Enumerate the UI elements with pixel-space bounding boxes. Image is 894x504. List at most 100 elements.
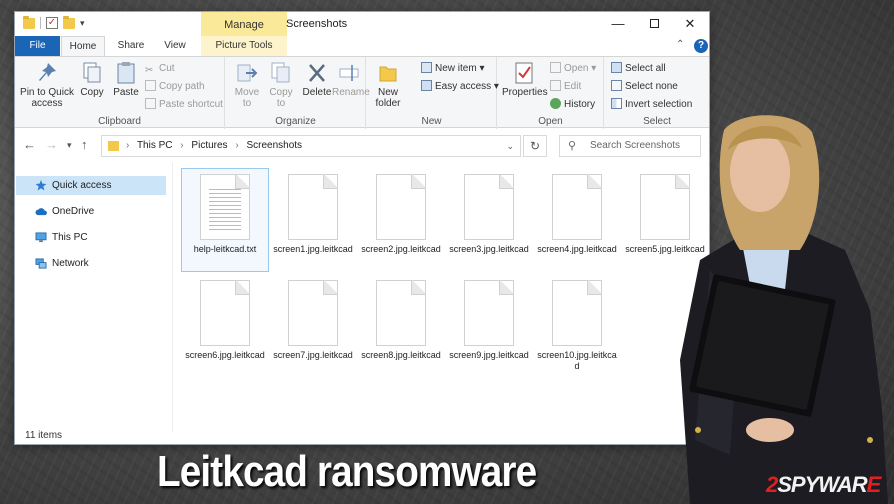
file-item-ransom-note[interactable]: help-leitkcad.txt xyxy=(181,168,269,272)
invert-selection-label: Invert selection xyxy=(625,99,693,110)
delete-button[interactable]: Delete xyxy=(302,61,332,98)
copy-path-icon xyxy=(145,80,156,91)
close-button[interactable]: ✕ xyxy=(673,12,707,36)
move-to-icon xyxy=(237,64,258,82)
folder-icon[interactable] xyxy=(23,15,35,29)
easy-access-button[interactable]: Easy access ▾ xyxy=(421,79,499,95)
breadcrumb-screenshots[interactable]: Screenshots xyxy=(246,140,302,151)
pane-divider xyxy=(172,162,173,432)
minimize-button[interactable]: — xyxy=(601,12,635,36)
back-arrow-icon[interactable]: ← xyxy=(23,137,36,152)
organize-group-label: Organize xyxy=(275,116,316,127)
select-none-button[interactable]: Select none xyxy=(611,79,678,95)
select-all-button[interactable]: Select all xyxy=(611,61,666,77)
tab-picture-tools[interactable]: Picture Tools xyxy=(201,36,287,56)
search-icon: ⚲ xyxy=(568,140,577,152)
address-dropdown-icon[interactable]: ⌄ xyxy=(506,136,514,156)
tab-manage[interactable]: Manage xyxy=(201,12,287,36)
collapse-ribbon-icon[interactable]: ⌃ xyxy=(676,39,684,50)
sidebar-item-label: Network xyxy=(52,258,89,269)
file-item[interactable]: screen4.jpg.leitkcad xyxy=(533,168,621,272)
file-name: help-leitkcad.txt xyxy=(193,244,257,254)
tab-file[interactable]: File xyxy=(15,36,60,56)
paste-icon xyxy=(117,62,135,84)
history-button[interactable]: History xyxy=(550,97,595,113)
file-item[interactable]: screen1.jpg.leitkcad xyxy=(269,168,357,272)
recent-locations-chevron-icon[interactable]: ▾ xyxy=(67,140,72,151)
history-label: History xyxy=(564,99,596,110)
title-bar: ✓ ▾ Manage Screenshots — ✕ xyxy=(15,12,709,36)
window-title: Screenshots xyxy=(286,18,348,30)
star-icon xyxy=(35,180,47,191)
select-all-icon xyxy=(611,62,622,73)
properties-label: Properties xyxy=(502,87,548,98)
copy-label: Copy xyxy=(80,87,104,98)
cut-label: Cut xyxy=(159,63,175,74)
pin-to-quick-access-button[interactable]: Pin to Quick access xyxy=(19,61,75,109)
file-item[interactable]: screen8.jpg.leitkcad xyxy=(357,274,445,378)
customize-arrow-icon[interactable]: ▾ xyxy=(80,18,85,29)
tab-home[interactable]: Home xyxy=(61,36,105,56)
select-none-icon xyxy=(611,80,622,91)
refresh-button[interactable]: ↻ xyxy=(523,135,547,157)
sidebar-item-this-pc[interactable]: This PC xyxy=(16,228,166,247)
blank-file-icon xyxy=(288,280,338,346)
file-item[interactable]: screen6.jpg.leitkcad xyxy=(181,274,269,378)
delete-label: Delete xyxy=(302,87,332,98)
new-item-button[interactable]: New item ▾ xyxy=(421,61,485,77)
properties-button[interactable]: Properties xyxy=(502,61,548,98)
open-label: Open xyxy=(564,63,589,74)
new-item-label: New item xyxy=(435,63,477,74)
paste-shortcut-button[interactable]: Paste shortcut xyxy=(145,97,223,113)
open-button[interactable]: Open ▾ xyxy=(550,61,596,77)
tab-view[interactable]: View xyxy=(155,36,195,56)
brand-suffix: E xyxy=(866,472,882,497)
move-to-button[interactable]: Move to xyxy=(230,61,264,109)
up-arrow-icon[interactable]: ↑ xyxy=(81,137,88,152)
properties-check-icon[interactable]: ✓ xyxy=(46,17,58,29)
edit-button[interactable]: Edit xyxy=(550,79,581,95)
copy-path-button[interactable]: Copy path xyxy=(145,79,205,95)
cut-button[interactable]: ✂ Cut xyxy=(145,61,175,77)
easy-access-label: Easy access xyxy=(435,81,492,92)
file-item[interactable]: screen9.jpg.leitkcad xyxy=(445,274,533,378)
breadcrumb-this-pc[interactable]: This PC xyxy=(137,140,173,151)
sidebar-item-network[interactable]: Network xyxy=(16,254,166,273)
file-item[interactable]: screen10.jpg.leitkcad xyxy=(533,274,621,378)
text-file-icon xyxy=(200,174,250,240)
paste-button[interactable]: Paste xyxy=(111,61,141,98)
forward-arrow-icon[interactable]: → xyxy=(45,137,58,152)
file-item[interactable]: screen2.jpg.leitkcad xyxy=(357,168,445,272)
new-folder-button[interactable]: New folder xyxy=(371,61,405,109)
file-item[interactable]: screen3.jpg.leitkcad xyxy=(445,168,533,272)
clipboard-group: Pin to Quick access Copy Paste ✂ Cut Copy… xyxy=(15,57,225,129)
blank-file-icon xyxy=(200,280,250,346)
scissors-icon: ✂ xyxy=(145,65,154,76)
help-icon[interactable]: ? xyxy=(694,39,708,53)
breadcrumb-pictures[interactable]: Pictures xyxy=(191,140,227,151)
sidebar-item-quick-access[interactable]: Quick access xyxy=(16,176,166,195)
copy-to-button[interactable]: Copy to xyxy=(264,61,298,109)
delete-x-icon xyxy=(309,64,325,82)
rename-button[interactable]: Rename xyxy=(332,61,370,98)
copy-to-label: Copy to xyxy=(269,87,293,109)
sidebar-item-onedrive[interactable]: OneDrive xyxy=(16,202,166,221)
file-item[interactable]: screen7.jpg.leitkcad xyxy=(269,274,357,378)
edit-label: Edit xyxy=(564,81,582,92)
pin-icon xyxy=(39,63,56,81)
new-folder-label: New folder xyxy=(375,87,401,109)
caption-title: Leitkcad ransomware xyxy=(157,447,537,496)
address-bar[interactable]: › This PC › Pictures › Screenshots ⌄ xyxy=(101,135,521,157)
rename-icon xyxy=(339,65,359,81)
rename-label: Rename xyxy=(332,87,370,98)
blank-file-icon xyxy=(552,280,602,346)
copy-button[interactable]: Copy xyxy=(77,61,107,98)
new-folder-icon[interactable] xyxy=(63,15,75,29)
breadcrumb-chevron-icon: › xyxy=(126,140,130,151)
maximize-button[interactable] xyxy=(637,12,671,36)
tab-share[interactable]: Share xyxy=(111,36,151,56)
copy-path-label: Copy path xyxy=(159,81,205,92)
blank-file-icon xyxy=(288,174,338,240)
copy-to-icon xyxy=(271,62,290,83)
file-name: screen1.jpg.leitkcad xyxy=(273,244,353,254)
